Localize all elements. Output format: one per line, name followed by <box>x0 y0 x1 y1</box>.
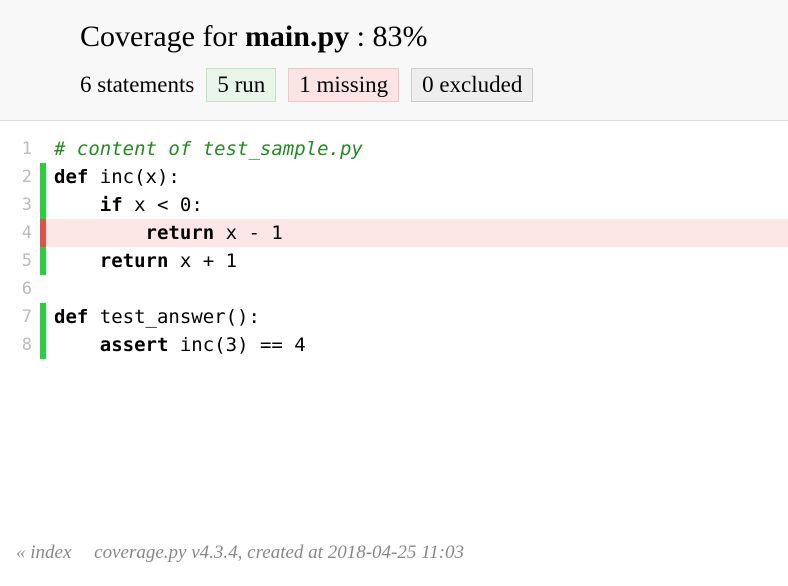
footer-info: coverage.py v4.3.4, created at 2018-04-2… <box>94 542 464 563</box>
line-number: 4 <box>0 219 40 247</box>
code-line: 1# content of test_sample.py <box>0 135 788 163</box>
source-text: def inc(x): <box>46 163 788 191</box>
source-text: def test_answer(): <box>46 303 788 331</box>
code-line: 6 <box>0 275 788 303</box>
index-link[interactable]: « index <box>16 542 71 563</box>
filename: main.py <box>245 20 349 53</box>
coverage-percent: 83% <box>372 20 427 53</box>
code-line: 2def inc(x): <box>0 163 788 191</box>
source-text: assert inc(3) == 4 <box>46 331 788 359</box>
page-title: Coverage for main.py : 83% <box>80 20 788 54</box>
report-header: Coverage for main.py : 83% 6 statements … <box>0 0 788 121</box>
source-text <box>46 275 788 303</box>
filter-run-button[interactable]: 5 run <box>206 68 276 102</box>
line-number: 2 <box>0 163 40 191</box>
filter-missing-button[interactable]: 1 missing <box>288 68 399 102</box>
code-line: 3 if x < 0: <box>0 191 788 219</box>
code-line: 7def test_answer(): <box>0 303 788 331</box>
line-number: 1 <box>0 135 40 163</box>
line-number: 7 <box>0 303 40 331</box>
source-code: 1# content of test_sample.py2def inc(x):… <box>0 121 788 359</box>
source-text: return x - 1 <box>46 219 788 247</box>
title-sep: : <box>349 20 372 53</box>
source-text: return x + 1 <box>46 247 788 275</box>
title-prefix: Coverage for <box>80 20 245 53</box>
code-line: 8 assert inc(3) == 4 <box>0 331 788 359</box>
footer: « index coverage.py v4.3.4, created at 2… <box>16 542 464 564</box>
stats-row: 6 statements 5 run 1 missing 0 excluded <box>80 68 788 102</box>
code-line: 5 return x + 1 <box>0 247 788 275</box>
line-number: 6 <box>0 275 40 303</box>
source-text: # content of test_sample.py <box>46 135 788 163</box>
filter-excluded-button[interactable]: 0 excluded <box>411 68 533 102</box>
line-number: 8 <box>0 331 40 359</box>
statements-count: 6 statements <box>80 72 194 98</box>
line-number: 5 <box>0 247 40 275</box>
source-text: if x < 0: <box>46 191 788 219</box>
line-number: 3 <box>0 191 40 219</box>
code-line: 4 return x - 1 <box>0 219 788 247</box>
